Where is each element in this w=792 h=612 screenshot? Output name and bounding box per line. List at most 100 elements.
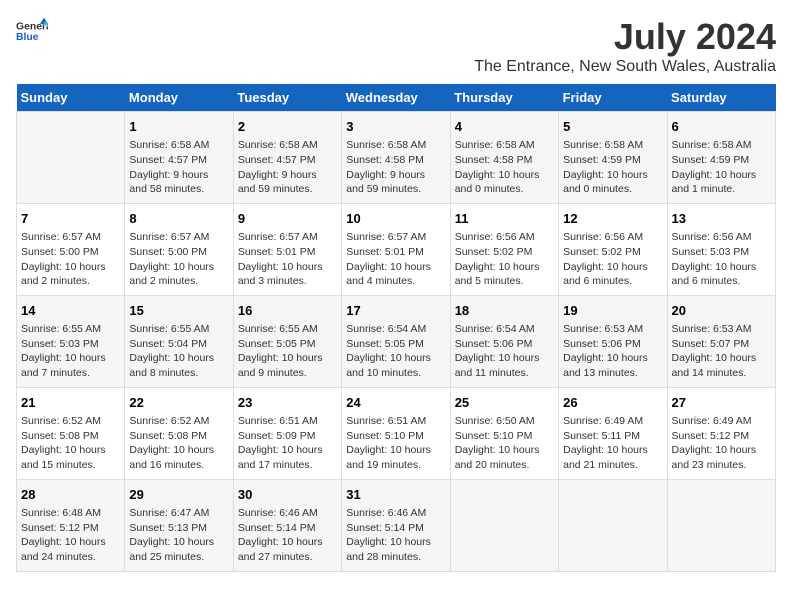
week-row-4: 21 Sunrise: 6:52 AMSunset: 5:08 PMDayligh…	[17, 387, 776, 479]
day-cell: 17 Sunrise: 6:54 AMSunset: 5:05 PMDayligh…	[342, 295, 450, 387]
day-cell: 3 Sunrise: 6:58 AMSunset: 4:58 PMDaylight…	[342, 112, 450, 204]
day-number: 8	[129, 210, 228, 228]
day-number: 17	[346, 302, 445, 320]
day-cell: 19 Sunrise: 6:53 AMSunset: 5:06 PMDayligh…	[559, 295, 667, 387]
day-info: Sunrise: 6:46 AMSunset: 5:14 PMDaylight:…	[346, 506, 445, 565]
day-info: Sunrise: 6:49 AMSunset: 5:12 PMDaylight:…	[672, 414, 771, 473]
day-cell	[450, 479, 558, 571]
day-number: 10	[346, 210, 445, 228]
day-number: 27	[672, 394, 771, 412]
day-cell: 6Sunrise: 6:58 AMSunset: 4:59 PMDaylight…	[667, 112, 775, 204]
subtitle: The Entrance, New South Wales, Australia	[474, 58, 776, 76]
week-row-2: 7 Sunrise: 6:57 AMSunset: 5:00 PMDaylight…	[17, 203, 776, 295]
day-number: 7	[21, 210, 120, 228]
col-header-friday: Friday	[559, 84, 667, 112]
day-number: 13	[672, 210, 771, 228]
day-cell: 23Sunrise: 6:51 AMSunset: 5:09 PMDayligh…	[233, 387, 341, 479]
day-number: 20	[672, 302, 771, 320]
day-info: Sunrise: 6:56 AMSunset: 5:02 PMDaylight:…	[455, 230, 554, 289]
day-cell: 15 Sunrise: 6:55 AMSunset: 5:04 PMDayligh…	[125, 295, 233, 387]
day-info: Sunrise: 6:58 AMSunset: 4:57 PMDaylight:…	[129, 138, 228, 197]
day-number: 23	[238, 394, 337, 412]
title-area: July 2024 The Entrance, New South Wales,…	[474, 16, 776, 76]
day-number: 22	[129, 394, 228, 412]
day-info: Sunrise: 6:48 AMSunset: 5:12 PMDaylight:…	[21, 506, 120, 565]
day-info: Sunrise: 6:53 AMSunset: 5:06 PMDaylight:…	[563, 322, 662, 381]
day-info: Sunrise: 6:57 AMSunset: 5:01 PMDaylight:…	[238, 230, 337, 289]
logo: General Blue	[16, 16, 48, 48]
day-number: 19	[563, 302, 662, 320]
day-number: 21	[21, 394, 120, 412]
day-number: 15	[129, 302, 228, 320]
day-info: Sunrise: 6:57 AMSunset: 5:00 PMDaylight:…	[21, 230, 120, 289]
col-header-monday: Monday	[125, 84, 233, 112]
day-info: Sunrise: 6:52 AMSunset: 5:08 PMDaylight:…	[21, 414, 120, 473]
day-cell	[17, 112, 125, 204]
col-header-sunday: Sunday	[17, 84, 125, 112]
day-cell: 7 Sunrise: 6:57 AMSunset: 5:00 PMDaylight…	[17, 203, 125, 295]
day-number: 25	[455, 394, 554, 412]
logo-icon: General Blue	[16, 16, 48, 48]
day-number: 5	[563, 118, 662, 136]
day-cell: 28 Sunrise: 6:48 AMSunset: 5:12 PMDayligh…	[17, 479, 125, 571]
day-cell: 25 Sunrise: 6:50 AMSunset: 5:10 PMDayligh…	[450, 387, 558, 479]
day-cell: 1Sunrise: 6:58 AMSunset: 4:57 PMDaylight…	[125, 112, 233, 204]
svg-text:Blue: Blue	[16, 32, 39, 43]
day-info: Sunrise: 6:56 AMSunset: 5:02 PMDaylight:…	[563, 230, 662, 289]
col-header-tuesday: Tuesday	[233, 84, 341, 112]
day-cell	[667, 479, 775, 571]
day-cell: 8 Sunrise: 6:57 AMSunset: 5:00 PMDaylight…	[125, 203, 233, 295]
day-cell: 4Sunrise: 6:58 AMSunset: 4:58 PMDaylight…	[450, 112, 558, 204]
day-info: Sunrise: 6:55 AMSunset: 5:05 PMDaylight:…	[238, 322, 337, 381]
day-cell: 11Sunrise: 6:56 AMSunset: 5:02 PMDayligh…	[450, 203, 558, 295]
day-number: 3	[346, 118, 445, 136]
day-cell	[559, 479, 667, 571]
day-cell: 22 Sunrise: 6:52 AMSunset: 5:08 PMDayligh…	[125, 387, 233, 479]
day-info: Sunrise: 6:54 AMSunset: 5:06 PMDaylight:…	[455, 322, 554, 381]
day-info: Sunrise: 6:55 AMSunset: 5:03 PMDaylight:…	[21, 322, 120, 381]
day-number: 26	[563, 394, 662, 412]
day-info: Sunrise: 6:57 AMSunset: 5:00 PMDaylight:…	[129, 230, 228, 289]
day-info: Sunrise: 6:52 AMSunset: 5:08 PMDaylight:…	[129, 414, 228, 473]
day-number: 30	[238, 486, 337, 504]
day-cell: 20 Sunrise: 6:53 AMSunset: 5:07 PMDayligh…	[667, 295, 775, 387]
day-number: 14	[21, 302, 120, 320]
day-info: Sunrise: 6:58 AMSunset: 4:57 PMDaylight:…	[238, 138, 337, 197]
day-info: Sunrise: 6:58 AMSunset: 4:58 PMDaylight:…	[346, 138, 445, 197]
day-info: Sunrise: 6:50 AMSunset: 5:10 PMDaylight:…	[455, 414, 554, 473]
day-number: 31	[346, 486, 445, 504]
day-number: 2	[238, 118, 337, 136]
main-title: July 2024	[474, 16, 776, 58]
week-row-3: 14 Sunrise: 6:55 AMSunset: 5:03 PMDayligh…	[17, 295, 776, 387]
day-info: Sunrise: 6:49 AMSunset: 5:11 PMDaylight:…	[563, 414, 662, 473]
day-info: Sunrise: 6:58 AMSunset: 4:59 PMDaylight:…	[563, 138, 662, 197]
day-number: 28	[21, 486, 120, 504]
day-info: Sunrise: 6:53 AMSunset: 5:07 PMDaylight:…	[672, 322, 771, 381]
day-cell: 21 Sunrise: 6:52 AMSunset: 5:08 PMDayligh…	[17, 387, 125, 479]
col-header-thursday: Thursday	[450, 84, 558, 112]
day-cell: 18 Sunrise: 6:54 AMSunset: 5:06 PMDayligh…	[450, 295, 558, 387]
day-cell: 29Sunrise: 6:47 AMSunset: 5:13 PMDayligh…	[125, 479, 233, 571]
day-number: 29	[129, 486, 228, 504]
day-info: Sunrise: 6:55 AMSunset: 5:04 PMDaylight:…	[129, 322, 228, 381]
header: General Blue July 2024 The Entrance, New…	[16, 16, 776, 76]
day-info: Sunrise: 6:51 AMSunset: 5:10 PMDaylight:…	[346, 414, 445, 473]
day-cell: 14 Sunrise: 6:55 AMSunset: 5:03 PMDayligh…	[17, 295, 125, 387]
day-cell: 26 Sunrise: 6:49 AMSunset: 5:11 PMDayligh…	[559, 387, 667, 479]
header-row: SundayMondayTuesdayWednesdayThursdayFrid…	[17, 84, 776, 112]
calendar-table: SundayMondayTuesdayWednesdayThursdayFrid…	[16, 84, 776, 572]
day-cell: 30 Sunrise: 6:46 AMSunset: 5:14 PMDayligh…	[233, 479, 341, 571]
day-cell: 16Sunrise: 6:55 AMSunset: 5:05 PMDayligh…	[233, 295, 341, 387]
day-cell: 24Sunrise: 6:51 AMSunset: 5:10 PMDayligh…	[342, 387, 450, 479]
day-number: 9	[238, 210, 337, 228]
day-info: Sunrise: 6:54 AMSunset: 5:05 PMDaylight:…	[346, 322, 445, 381]
day-cell: 13Sunrise: 6:56 AMSunset: 5:03 PMDayligh…	[667, 203, 775, 295]
day-cell: 31 Sunrise: 6:46 AMSunset: 5:14 PMDayligh…	[342, 479, 450, 571]
day-number: 18	[455, 302, 554, 320]
day-cell: 5 Sunrise: 6:58 AMSunset: 4:59 PMDaylight…	[559, 112, 667, 204]
day-cell: 9 Sunrise: 6:57 AMSunset: 5:01 PMDaylight…	[233, 203, 341, 295]
col-header-saturday: Saturday	[667, 84, 775, 112]
day-info: Sunrise: 6:46 AMSunset: 5:14 PMDaylight:…	[238, 506, 337, 565]
week-row-5: 28 Sunrise: 6:48 AMSunset: 5:12 PMDayligh…	[17, 479, 776, 571]
day-cell: 12Sunrise: 6:56 AMSunset: 5:02 PMDayligh…	[559, 203, 667, 295]
